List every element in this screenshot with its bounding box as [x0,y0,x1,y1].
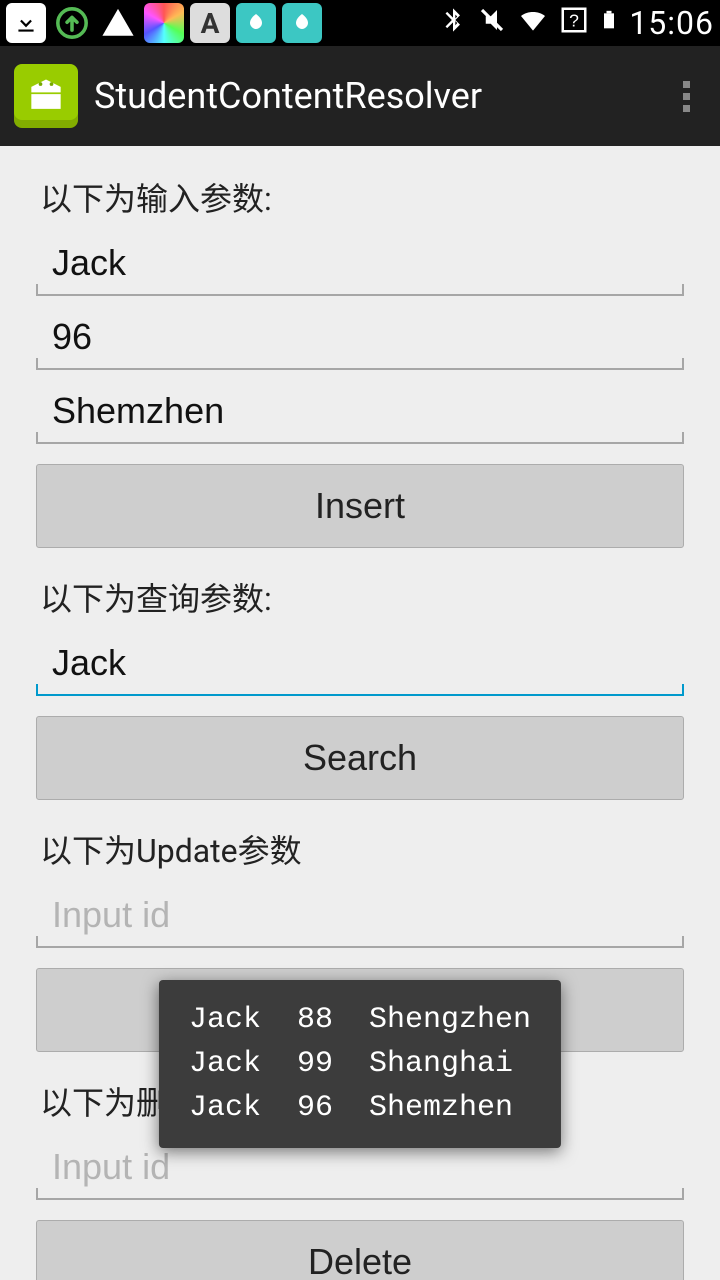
action-bar: StudentContentResolver [0,46,720,146]
overflow-menu-button[interactable] [673,71,700,122]
signal-unknown-icon: ? [559,5,589,42]
wifi-icon [517,4,549,43]
huawei-icon [236,3,276,43]
insert-section-label: 以下为输入参数: [40,174,680,220]
rainbow-icon [144,3,184,43]
update-id-input[interactable] [36,880,684,948]
toast-message: Jack 88 Shengzhen Jack 99 Shanghai Jack … [159,980,561,1148]
battery-icon [599,3,619,44]
upload-icon [52,3,92,43]
download-icon [6,3,46,43]
letter-a-icon: A [190,3,230,43]
app-icon [14,64,78,128]
app-title: StudentContentResolver [94,75,482,117]
query-input[interactable] [36,628,684,696]
query-section-label: 以下为查询参数: [40,574,680,620]
status-bar: A ? 15:06 [0,0,720,46]
insert-button[interactable]: Insert [36,464,684,548]
bluetooth-icon [439,6,467,41]
huawei-icon [282,3,322,43]
svg-text:?: ? [569,10,579,30]
delete-button[interactable]: Delete [36,1220,684,1280]
clock-text: 15:06 [629,4,714,42]
warning-icon [98,3,138,43]
name-input[interactable] [36,228,684,296]
score-input[interactable] [36,302,684,370]
search-button[interactable]: Search [36,716,684,800]
mute-icon [477,5,507,42]
city-input[interactable] [36,376,684,444]
update-section-label: 以下为Update参数 [40,826,680,872]
